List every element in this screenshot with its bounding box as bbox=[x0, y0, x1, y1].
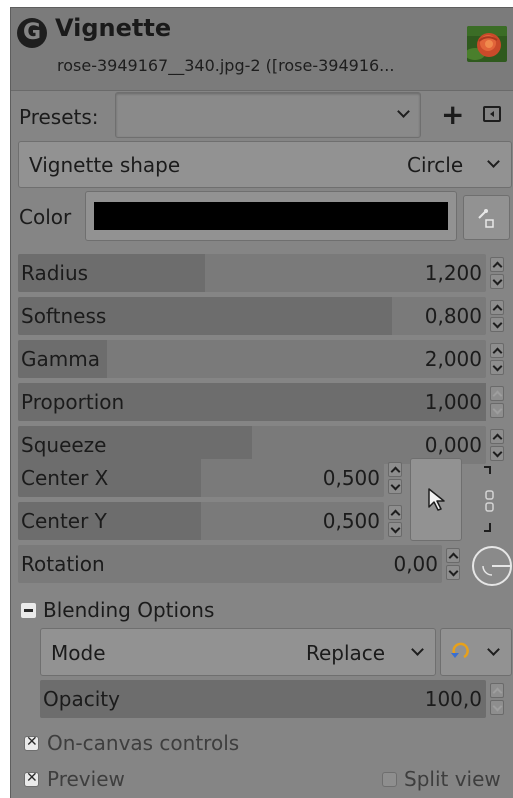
chevron-down-icon bbox=[487, 643, 500, 656]
gimp-logo-icon: G bbox=[17, 18, 47, 48]
proportion-label: Proportion bbox=[21, 390, 125, 414]
image-name: rose-3949167__340.jpg-2 ([rose-394916... bbox=[57, 56, 395, 75]
color-button[interactable] bbox=[85, 191, 457, 241]
squeeze-value: 0,000 bbox=[424, 433, 482, 457]
softness-stepper[interactable] bbox=[490, 300, 504, 332]
opacity-spinscale[interactable]: Opacity 100,0 bbox=[40, 680, 510, 718]
blend-mode-value: Replace bbox=[306, 641, 386, 665]
center-y-label: Center Y bbox=[21, 509, 107, 533]
header-separator bbox=[11, 90, 513, 91]
softness-spinscale[interactable]: Softness 0,800 bbox=[18, 297, 510, 335]
opacity-label: Opacity bbox=[43, 687, 120, 711]
rotation-dial-icon[interactable] bbox=[471, 545, 513, 587]
chevron-down-icon bbox=[411, 643, 424, 656]
color-picker-button[interactable] bbox=[463, 195, 510, 240]
gamma-value: 2,000 bbox=[424, 347, 482, 371]
pick-center-button[interactable] bbox=[410, 458, 462, 541]
proportion-stepper[interactable] bbox=[490, 386, 504, 418]
increment-arrow-icon[interactable] bbox=[388, 462, 402, 477]
radius-spinscale[interactable]: Radius 1,200 bbox=[18, 254, 510, 292]
preview-checkbox[interactable]: ✕ bbox=[24, 770, 39, 787]
squeeze-label: Squeeze bbox=[21, 433, 107, 457]
center-x-spinscale[interactable]: Center X 0,500 bbox=[18, 459, 408, 497]
increment-arrow-icon[interactable] bbox=[490, 300, 504, 315]
blending-options-label[interactable]: Blending Options bbox=[43, 598, 214, 622]
color-swatch bbox=[94, 202, 448, 230]
decrement-arrow-icon[interactable] bbox=[388, 522, 402, 537]
radius-label: Radius bbox=[21, 261, 89, 285]
color-label: Color bbox=[19, 205, 72, 229]
center-y-spinscale[interactable]: Center Y 0,500 bbox=[18, 502, 408, 540]
proportion-value: 1,000 bbox=[424, 390, 482, 414]
decrement-arrow-icon[interactable] bbox=[490, 446, 504, 461]
center-y-stepper[interactable] bbox=[388, 505, 402, 537]
center-x-label: Center X bbox=[21, 466, 109, 490]
center-x-value: 0,500 bbox=[322, 466, 380, 490]
radius-value: 1,200 bbox=[424, 261, 482, 285]
increment-arrow-icon[interactable] bbox=[490, 429, 504, 444]
dialog-title: Vignette bbox=[55, 14, 172, 42]
increment-arrow-icon[interactable] bbox=[490, 343, 504, 358]
blend-mode-combo[interactable]: Mode Replace bbox=[40, 628, 436, 676]
gamma-spinscale[interactable]: Gamma 2,000 bbox=[18, 340, 510, 378]
composite-mode-icon bbox=[451, 642, 469, 659]
squeeze-stepper[interactable] bbox=[490, 429, 504, 461]
presets-combo[interactable] bbox=[115, 92, 421, 138]
checkmark-icon: ✕ bbox=[26, 770, 38, 786]
chain-link-icon[interactable] bbox=[482, 465, 496, 535]
decrement-arrow-icon[interactable] bbox=[446, 565, 460, 580]
rotation-value: 0,00 bbox=[393, 552, 438, 576]
rotation-label: Rotation bbox=[21, 552, 105, 576]
vignette-shape-combo[interactable]: Vignette shape Circle bbox=[18, 141, 512, 188]
collapse-icon[interactable] bbox=[21, 603, 36, 618]
rotation-stepper[interactable] bbox=[446, 548, 460, 580]
increment-arrow-icon[interactable] bbox=[388, 505, 402, 520]
decrement-arrow-icon[interactable] bbox=[490, 360, 504, 375]
vignette-dialog: G Vignette rose-3949167__340.jpg-2 ([ros… bbox=[10, 7, 513, 798]
increment-arrow-icon[interactable] bbox=[490, 257, 504, 272]
increment-arrow-icon[interactable] bbox=[490, 683, 504, 698]
blend-mode-label: Mode bbox=[51, 641, 106, 665]
menu-icon[interactable] bbox=[483, 106, 501, 122]
image-thumbnail bbox=[467, 26, 507, 62]
color-picker-icon bbox=[478, 209, 494, 228]
increment-arrow-icon[interactable] bbox=[490, 386, 504, 401]
center-y-value: 0,500 bbox=[322, 509, 380, 533]
chevron-down-icon bbox=[487, 155, 500, 168]
rotation-spinscale[interactable]: Rotation 0,00 bbox=[18, 545, 466, 583]
pointer-arrow-icon bbox=[428, 488, 445, 511]
preview-label[interactable]: Preview bbox=[47, 767, 125, 791]
gamma-stepper[interactable] bbox=[490, 343, 504, 375]
vignette-shape-value: Circle bbox=[407, 153, 464, 177]
decrement-arrow-icon[interactable] bbox=[490, 403, 504, 418]
gamma-label: Gamma bbox=[21, 347, 100, 371]
radius-stepper[interactable] bbox=[490, 257, 504, 289]
plus-icon[interactable]: + bbox=[441, 98, 464, 131]
on-canvas-controls-label[interactable]: On-canvas controls bbox=[47, 731, 239, 755]
softness-value: 0,800 bbox=[424, 304, 482, 328]
dialog-header: G Vignette rose-3949167__340.jpg-2 ([ros… bbox=[11, 8, 513, 90]
on-canvas-controls-checkbox[interactable]: ✕ bbox=[24, 734, 39, 751]
composite-mode-combo[interactable] bbox=[440, 628, 512, 676]
opacity-value: 100,0 bbox=[424, 687, 482, 711]
checkmark-icon: ✕ bbox=[26, 734, 38, 750]
increment-arrow-icon[interactable] bbox=[446, 548, 460, 563]
decrement-arrow-icon[interactable] bbox=[388, 479, 402, 494]
opacity-stepper[interactable] bbox=[490, 683, 504, 715]
center-x-stepper[interactable] bbox=[388, 462, 402, 494]
softness-label: Softness bbox=[21, 304, 107, 328]
decrement-arrow-icon[interactable] bbox=[490, 317, 504, 332]
split-view-label[interactable]: Split view bbox=[404, 767, 501, 791]
vignette-shape-label: Vignette shape bbox=[29, 153, 181, 177]
presets-label: Presets: bbox=[19, 105, 99, 129]
decrement-arrow-icon[interactable] bbox=[490, 274, 504, 289]
split-view-checkbox[interactable] bbox=[382, 772, 397, 787]
chevron-down-icon bbox=[397, 105, 410, 118]
proportion-spinscale[interactable]: Proportion 1,000 bbox=[18, 383, 510, 421]
decrement-arrow-icon[interactable] bbox=[490, 700, 504, 715]
